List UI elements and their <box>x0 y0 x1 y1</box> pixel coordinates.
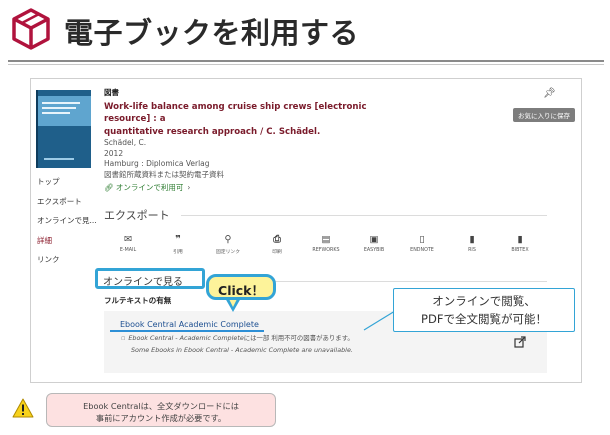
warning-icon <box>12 398 34 418</box>
callout-connector-line <box>363 310 396 331</box>
account-note-line2: 事前にアカウント作成が必要です。 <box>95 413 227 423</box>
info-callout-line2: PDFで全文閲覧が可能！ <box>421 312 547 326</box>
click-callout: Click！ <box>206 274 276 300</box>
account-note-box: Ebook Centralは、全文ダウンロードには 事前にアカウント作成が必要で… <box>46 393 276 427</box>
account-note-line1: Ebook Centralは、全文ダウンロードには <box>83 401 239 411</box>
click-callout-text: Click！ <box>218 283 264 298</box>
info-callout: オンラインで閲覧、 PDFで全文閲覧が可能！ <box>393 288 575 332</box>
info-callout-line1: オンラインで閲覧、 <box>432 294 536 308</box>
